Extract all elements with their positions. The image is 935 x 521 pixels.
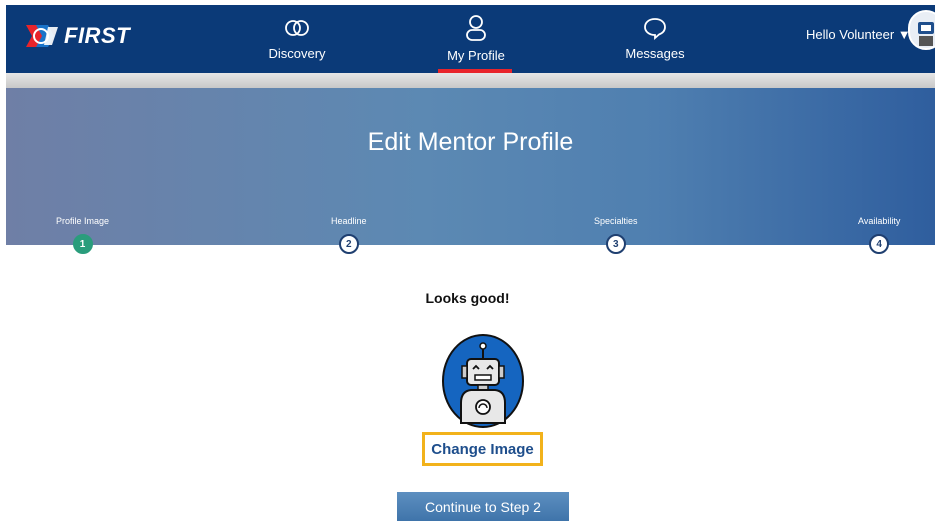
nav-my-profile[interactable]: My Profile xyxy=(438,5,514,73)
first-logo[interactable]: FIRST xyxy=(24,21,130,51)
nav-messages[interactable]: Messages xyxy=(618,5,692,73)
step-profile-image[interactable]: Profile Image 1 xyxy=(56,216,109,254)
person-icon xyxy=(465,15,487,41)
step-number-badge[interactable]: 1 xyxy=(72,234,93,254)
step-label: Availability xyxy=(858,216,901,226)
user-menu-dropdown[interactable]: Hello Volunteer ▼ xyxy=(806,27,911,42)
first-logo-icon xyxy=(26,25,58,47)
step-label: Profile Image xyxy=(56,216,110,226)
step-number-badge[interactable]: 3 xyxy=(605,234,626,254)
step-label: Specialties xyxy=(594,216,638,226)
step-availability[interactable]: Availability 4 xyxy=(858,216,900,254)
nav-discovery-label: Discovery xyxy=(268,46,326,61)
chat-bubble-icon xyxy=(643,15,667,41)
discovery-rings-icon xyxy=(284,15,310,41)
user-avatar[interactable] xyxy=(908,10,935,50)
robot-avatar-icon xyxy=(918,22,934,46)
profile-banner: Edit Mentor Profile Profile Image 1 Head… xyxy=(6,88,935,254)
change-image-button[interactable]: Change Image xyxy=(422,432,543,466)
nav-messages-label: Messages xyxy=(625,46,685,61)
step-headline[interactable]: Headline 2 xyxy=(331,216,367,254)
logo-text: FIRST xyxy=(64,23,131,48)
nav-discovery[interactable]: Discovery xyxy=(262,5,332,73)
robot-avatar-icon xyxy=(442,334,524,428)
nav-my-profile-label: My Profile xyxy=(447,48,505,63)
confirmation-message: Looks good! xyxy=(425,290,510,306)
user-greeting: Hello Volunteer ▼ xyxy=(806,27,911,42)
step-specialties[interactable]: Specialties 3 xyxy=(594,216,638,254)
top-nav-bar: FIRST Discovery My Profile Messages Hell… xyxy=(6,5,935,73)
header-divider xyxy=(6,73,935,88)
continue-button[interactable]: Continue to Step 2 xyxy=(397,492,569,521)
step-number-badge[interactable]: 4 xyxy=(869,234,890,254)
page-title: Edit Mentor Profile xyxy=(367,128,574,156)
step-label: Headline xyxy=(331,216,367,226)
profile-image-preview xyxy=(441,333,525,429)
change-image-label: Change Image xyxy=(431,440,534,458)
step-number-badge[interactable]: 2 xyxy=(338,234,359,254)
